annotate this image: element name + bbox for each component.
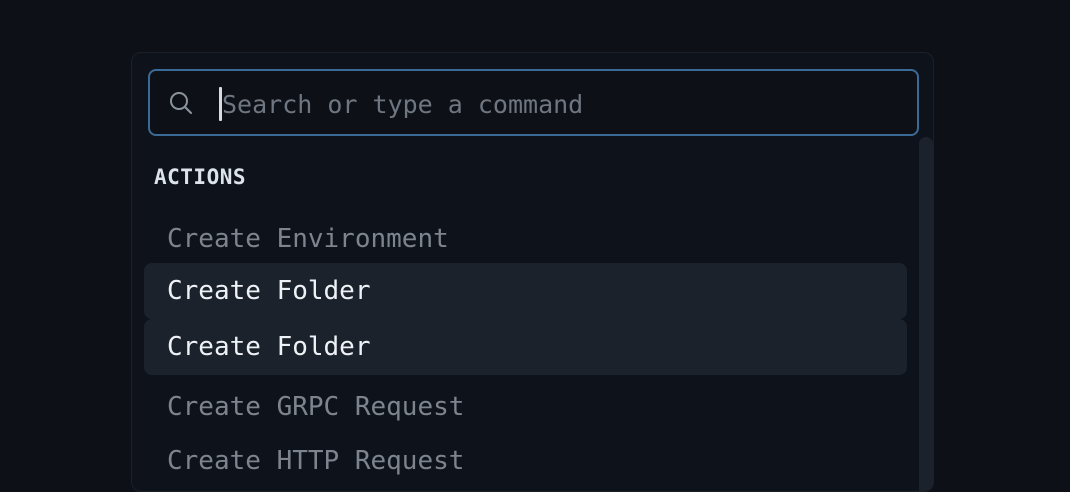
command-item-create-http-request[interactable]: Create HTTP Request — [144, 433, 907, 489]
command-palette: ACTIONS Create Environment Create Folder… — [131, 52, 934, 492]
search-input[interactable] — [222, 81, 902, 127]
scrollbar[interactable] — [919, 137, 933, 491]
command-item-create-folder[interactable]: Create Folder — [144, 263, 907, 319]
search-icon — [170, 92, 192, 114]
command-item-create-environment[interactable]: Create Environment — [144, 211, 907, 267]
command-item-create-grpc-request[interactable]: Create GRPC Request — [144, 379, 907, 435]
search-box[interactable] — [148, 69, 919, 136]
actions-section-label: ACTIONS — [154, 165, 247, 189]
command-item-create-folder[interactable]: Create Folder — [144, 319, 907, 375]
